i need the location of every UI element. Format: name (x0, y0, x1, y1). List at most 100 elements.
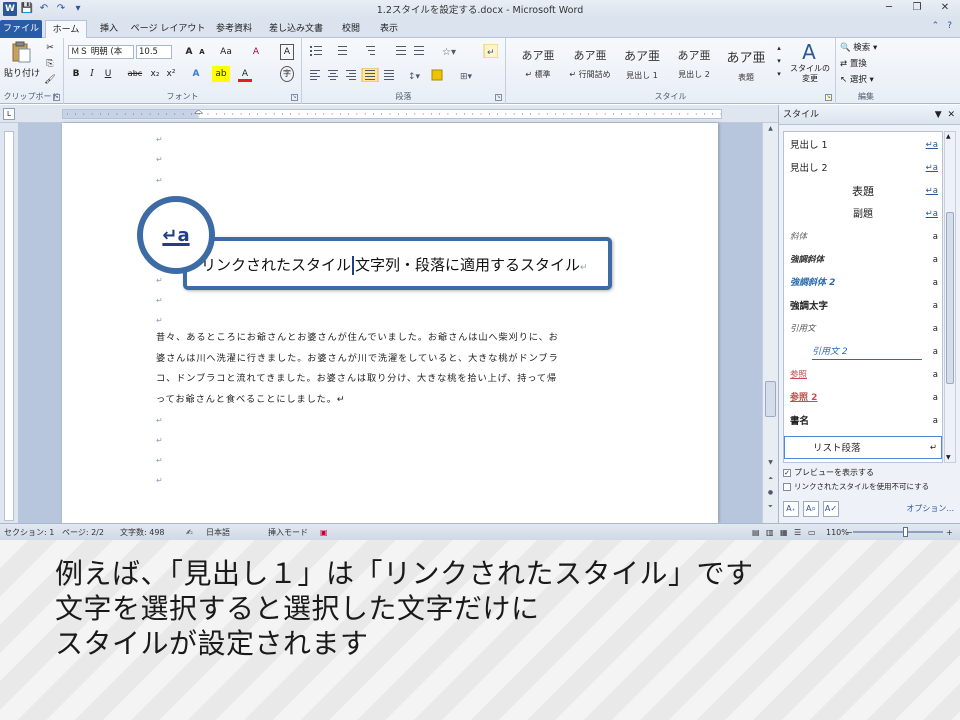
styles-list-item[interactable]: 引用文 a (784, 318, 942, 341)
bold-button[interactable]: B (70, 66, 82, 82)
style-title[interactable]: あア亜 表題 (720, 42, 772, 82)
styles-list-item[interactable]: 参照 2a (784, 387, 942, 410)
next-page-icon[interactable]: ⏷ (765, 503, 776, 513)
status-section[interactable]: セクション: 1 (4, 524, 54, 541)
save-icon[interactable]: 💾 (20, 2, 34, 16)
macro-record-icon[interactable]: ▣ (320, 524, 328, 541)
tab-file[interactable]: ファイル (0, 20, 42, 38)
help-icon[interactable]: ? (947, 21, 952, 31)
word-app-icon[interactable]: W (3, 2, 17, 16)
styles-list-item[interactable]: 強調斜体 a (784, 249, 942, 272)
view-web-icon[interactable]: ▦ (780, 524, 788, 541)
replace-button[interactable]: ⇄ 置換 (840, 56, 867, 72)
tab-view[interactable]: 表示 (372, 20, 406, 38)
status-insert-mode[interactable]: 挿入モード (268, 524, 308, 541)
new-style-icon[interactable]: A₊ (783, 501, 799, 517)
qat-customize-icon[interactable]: ▾ (71, 2, 85, 16)
styles-list-item[interactable]: 引用文 2a (784, 341, 942, 364)
paragraph-list-icons[interactable]: ☆▾ ↵ (308, 44, 498, 58)
subscript-button[interactable]: x₂ (148, 66, 162, 82)
italic-button[interactable]: I (86, 66, 98, 82)
strikethrough-button[interactable]: abc (126, 66, 144, 82)
document-area[interactable]: ↵ ↵ ↵ ↵ ↵ ↵ ↵ 昔々、あるところにお爺さんとお婆さんが住んでいました… (18, 123, 778, 523)
styles-launcher-icon[interactable]: ↘ (825, 94, 832, 101)
horizontal-ruler[interactable] (62, 109, 722, 119)
view-reading-icon[interactable]: ▥ (766, 524, 774, 541)
document-page[interactable]: ↵ ↵ ↵ ↵ ↵ ↵ ↵ 昔々、あるところにお爺さんとお婆さんが住んでいました… (62, 123, 718, 523)
undo-icon[interactable]: ↶ (37, 2, 51, 16)
tab-references[interactable]: 参考資料 (210, 20, 258, 38)
proofing-icon[interactable]: ✍ (186, 524, 193, 541)
checkbox-checked-icon[interactable]: ✓ (783, 468, 791, 477)
restore-button[interactable]: ❐ (908, 1, 926, 15)
clipboard-launcher-icon[interactable]: ↘ (53, 94, 60, 101)
redo-icon[interactable]: ↷ (54, 2, 68, 16)
status-page[interactable]: ページ: 2/2 (62, 524, 104, 541)
grow-font-button[interactable]: A (182, 44, 196, 60)
preview-checkbox[interactable]: ✓ プレビューを表示する (783, 467, 874, 478)
prev-page-icon[interactable]: ⏶ (765, 475, 776, 485)
highlight-button[interactable]: ab (212, 66, 230, 82)
tab-review[interactable]: 校閲 (334, 20, 368, 38)
scroll-up-icon[interactable]: ▲ (946, 133, 951, 140)
view-outline-icon[interactable]: ☰ (794, 524, 801, 541)
paste-button[interactable]: 貼り付け (4, 66, 40, 82)
zoom-slider-knob[interactable] (903, 527, 908, 537)
styles-list-scrollbar[interactable]: ▲ ▼ (944, 131, 956, 463)
pane-close-icon[interactable]: ✕ (947, 110, 955, 120)
styles-list-item[interactable]: 表題 ↵a (784, 180, 942, 203)
zoom-in-icon[interactable]: + (946, 524, 953, 541)
scroll-thumb[interactable] (765, 381, 776, 417)
change-styles-button[interactable]: スタイルの (788, 64, 832, 74)
styles-list-item[interactable]: 斜体 a (784, 226, 942, 249)
styles-list-item[interactable]: 見出し 2 ↵a (784, 157, 942, 180)
options-link[interactable]: オプション... (906, 503, 954, 514)
font-size-input[interactable]: 10.5 (136, 44, 172, 59)
font-color-button[interactable]: A (238, 66, 252, 82)
view-draft-icon[interactable]: ▭ (808, 524, 816, 541)
cut-icon[interactable]: ✂ (42, 40, 58, 56)
tab-page-layout[interactable]: ページ レイアウト (128, 20, 208, 38)
char-border-button[interactable]: A (280, 44, 294, 60)
tab-selector[interactable]: L (3, 108, 15, 120)
scroll-down-icon[interactable]: ▼ (946, 454, 951, 461)
shrink-font-button[interactable]: A (196, 44, 208, 60)
style-heading-2[interactable]: あア亜 見出し 2 (668, 42, 720, 82)
font-name-input[interactable]: ＭＳ 明朝 (本 (68, 44, 134, 59)
change-case-button[interactable]: Aa (216, 44, 236, 60)
select-button[interactable]: ↖ 選択 ▾ (840, 72, 874, 88)
find-button[interactable]: 🔍 検索 ▾ (840, 40, 877, 56)
font-launcher-icon[interactable]: ↘ (291, 94, 298, 101)
style-inspector-icon[interactable]: A⌕ (803, 501, 819, 517)
copy-icon[interactable]: ⎘ (42, 56, 58, 72)
text-effects-button[interactable]: A (188, 66, 204, 82)
styles-list-item[interactable]: 書名 a (784, 410, 942, 433)
zoom-out-icon[interactable]: − (846, 524, 853, 541)
paste-icon[interactable] (10, 41, 32, 63)
styles-list-item-selected[interactable]: リスト段落 ↵ (784, 436, 942, 459)
styles-list-item[interactable]: 強調斜体 2a (784, 272, 942, 295)
format-painter-icon[interactable]: 🖌 (42, 72, 58, 88)
tab-home[interactable]: ホーム (45, 20, 87, 38)
paragraph-align-icons[interactable]: ↕▾ ⊞▾ (308, 68, 498, 82)
document-scrollbar[interactable]: ▲ ▼ ⏶ ● ⏷ (762, 123, 778, 523)
scroll-thumb[interactable] (946, 212, 954, 384)
ribbon-minimize-icon[interactable]: ⌃ (932, 21, 940, 31)
styles-list-item[interactable]: 参照 a (784, 364, 942, 387)
status-language[interactable]: 日本語 (206, 524, 230, 541)
browse-object-icon[interactable]: ● (765, 489, 776, 499)
zoom-slider[interactable] (853, 527, 943, 537)
styles-gallery-scroll[interactable]: ▴ ▾ ▾ (774, 42, 784, 82)
paragraph-launcher-icon[interactable]: ↘ (495, 94, 502, 101)
tab-insert[interactable]: 挿入 (92, 20, 126, 38)
status-word-count[interactable]: 文字数: 498 (120, 524, 165, 541)
styles-list[interactable]: 見出し 1 ↵a 見出し 2 ↵a 表題 ↵a 副題 ↵a 斜体 a 強調斜体 a 強調斜体… (783, 131, 943, 463)
style-no-spacing[interactable]: あア亜 ↵ 行間詰め (564, 42, 616, 82)
scroll-down-icon[interactable]: ▼ (765, 459, 776, 469)
minimize-button[interactable]: ─ (880, 1, 898, 15)
style-heading-1[interactable]: あア亜 見出し 1 (616, 42, 668, 82)
styles-list-item[interactable]: 強調太字 a (784, 295, 942, 318)
enclose-char-button[interactable]: 字 (280, 66, 294, 82)
superscript-button[interactable]: x² (164, 66, 178, 82)
tab-mailings[interactable]: 差し込み文書 (260, 20, 332, 38)
